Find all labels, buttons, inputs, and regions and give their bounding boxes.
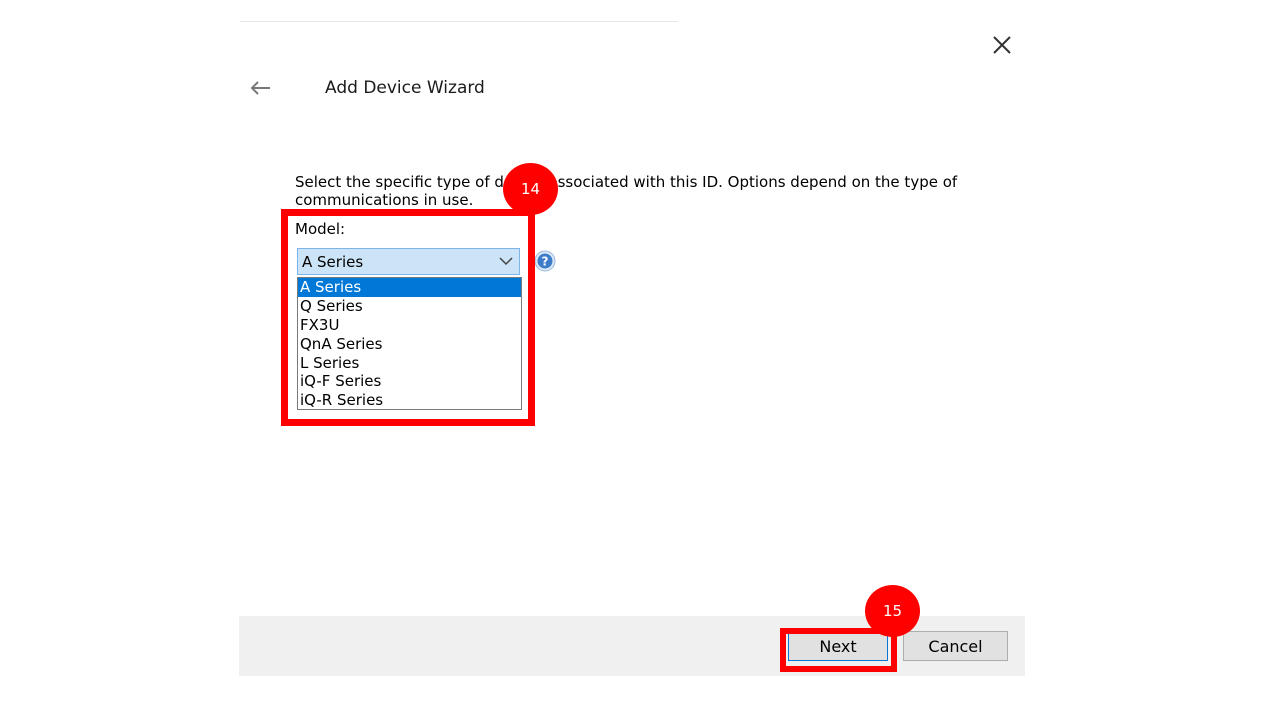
model-selected-value: A Series — [302, 252, 364, 271]
step-badge-14: 14 — [503, 163, 558, 215]
step-badge-15: 15 — [865, 585, 920, 637]
back-arrow-icon — [250, 81, 270, 95]
help-icon[interactable]: ? — [534, 250, 556, 272]
top-divider — [240, 21, 678, 22]
description-line-2: communications in use. — [295, 191, 474, 209]
cancel-button[interactable]: Cancel — [903, 631, 1008, 661]
model-options-list[interactable]: A Series Q Series FX3U QnA Series L Seri… — [297, 277, 522, 410]
model-option-l-series[interactable]: L Series — [298, 354, 521, 373]
back-button[interactable] — [246, 76, 274, 100]
svg-text:?: ? — [542, 255, 549, 269]
model-option-q-series[interactable]: Q Series — [298, 297, 521, 316]
next-button[interactable]: Next — [788, 631, 888, 661]
model-option-iq-r-series[interactable]: iQ-R Series — [298, 391, 521, 410]
model-option-a-series[interactable]: A Series — [298, 278, 521, 297]
model-option-iq-f-series[interactable]: iQ-F Series — [298, 372, 521, 391]
close-button[interactable] — [987, 30, 1017, 60]
model-dropdown[interactable]: A Series — [297, 248, 520, 275]
wizard-title: Add Device Wizard — [325, 78, 485, 98]
description-text: Select the specific type of device assoc… — [295, 173, 975, 209]
model-option-fx3u[interactable]: FX3U — [298, 316, 521, 335]
chevron-down-icon — [499, 257, 513, 266]
close-icon — [993, 36, 1011, 54]
model-label: Model: — [295, 220, 346, 238]
description-line-1: Select the specific type of device assoc… — [295, 173, 958, 191]
model-option-qna-series[interactable]: QnA Series — [298, 335, 521, 354]
